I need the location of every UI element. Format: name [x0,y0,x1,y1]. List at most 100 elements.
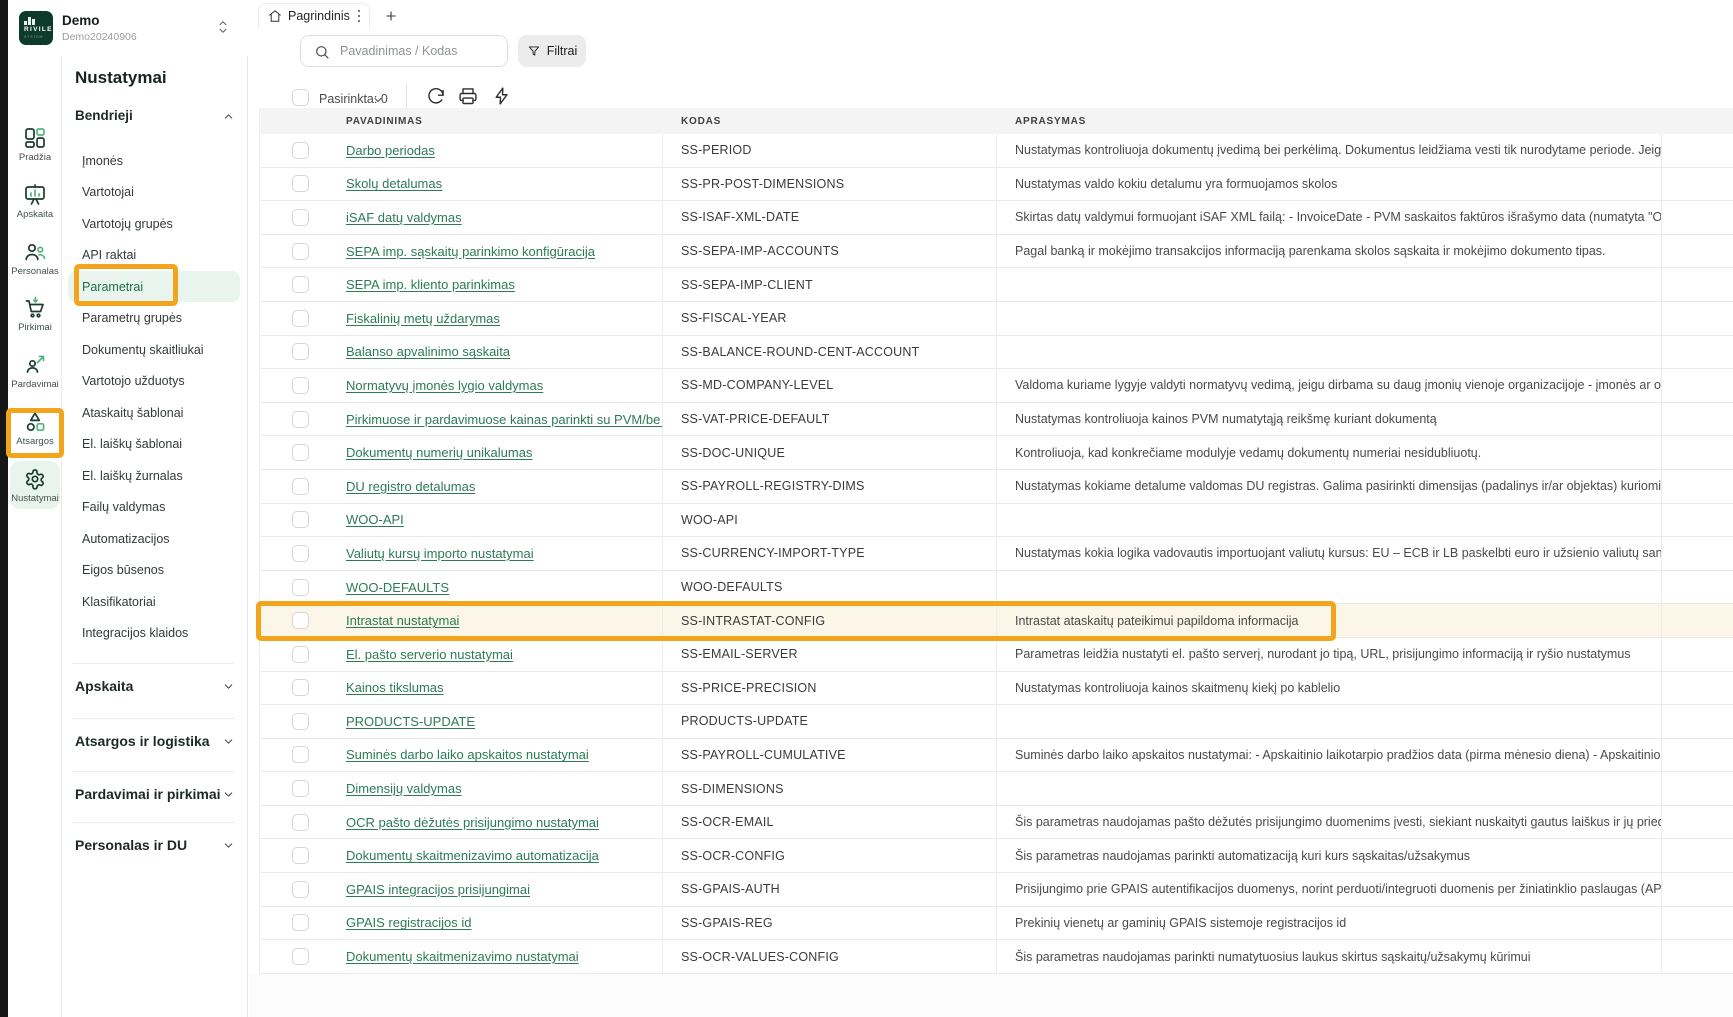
row-checkbox[interactable] [292,814,309,831]
sidebar-item-parametrų-grupės[interactable]: Parametrų grupės [62,303,248,334]
parameter-link[interactable]: DU registro detalumas [346,479,475,494]
row-checkbox[interactable] [292,847,309,864]
tab-pagrindinis[interactable]: Pagrindinis [258,3,370,28]
row-checkbox[interactable] [292,579,309,596]
new-tab-button[interactable] [380,5,402,27]
sidebar-item-parametrai[interactable]: Parametrai [68,271,240,302]
parameter-link[interactable]: El. pašto serverio nustatymai [346,647,513,662]
parameter-link[interactable]: SEPA imp. kliento parinkimas [346,277,515,292]
sidebar-item-integracijos-klaidos[interactable]: Integracijos klaidos [62,618,248,649]
row-checkbox[interactable] [292,209,309,226]
cell-code: SS-DIMENSIONS [663,772,997,805]
row-checkbox-cell [260,672,327,705]
row-checkbox[interactable] [292,948,309,965]
sidebar-item-label: El. laiškų žurnalas [82,469,183,483]
row-checkbox[interactable] [292,713,309,730]
row-checkbox[interactable] [292,545,309,562]
parameter-link[interactable]: Pirkimuose ir pardavimuose kainas parink… [346,412,663,427]
sidebar-section-personalas-ir-du[interactable]: Personalas ir DU [75,837,235,861]
rail-item-pardavimai[interactable]: Pardavimai [10,347,60,395]
sidebar-section-apskaita[interactable]: Apskaita [75,678,235,702]
cell-code: SS-SEPA-IMP-CLIENT [663,268,997,301]
row-checkbox-cell [260,604,327,637]
sidebar-item-api-raktai[interactable]: API raktai [62,240,248,271]
parameter-link[interactable]: GPAIS integracijos prisijungimai [346,882,530,897]
print-button[interactable] [458,86,480,108]
rail-item-label: Pirkimai [18,323,52,333]
parameter-link[interactable]: Balanso apvalinimo sąskaita [346,344,510,359]
parameter-link[interactable]: Dokumentų skaitmenizavimo automatizacija [346,848,599,863]
parameter-link[interactable]: Dokumentų skaitmenizavimo nustatymai [346,949,579,964]
row-checkbox[interactable] [292,511,309,528]
sidebar-item-vartotojų-grupės[interactable]: Vartotojų grupės [62,208,248,239]
sidebar-item-failų-valdymas[interactable]: Failų valdymas [62,492,248,523]
row-checkbox[interactable] [292,780,309,797]
cell-name: SEPA imp. kliento parinkimas [327,268,663,301]
parameter-link[interactable]: Intrastat nustatymai [346,613,459,628]
row-checkbox[interactable] [292,881,309,898]
parameter-link[interactable]: Kainos tikslumas [346,680,444,695]
cell-extra [1662,504,1733,537]
parameter-link[interactable]: SEPA imp. sąskaitų parinkimo konfigūraci… [346,244,595,259]
sidebar-item-vartotojo-užduotys[interactable]: Vartotojo užduotys [62,366,248,397]
sidebar-group-bendrieji[interactable]: Bendrieji [75,108,235,123]
rail-item-apskaita[interactable]: Apskaita [10,177,60,225]
row-checkbox[interactable] [292,310,309,327]
row-checkbox[interactable] [292,343,309,360]
sidebar-item-el-laiškų-žurnalas[interactable]: El. laiškų žurnalas [62,460,248,491]
parameter-link[interactable]: Dokumentų numerių unikalumas [346,445,532,460]
automation-button[interactable] [492,86,514,108]
parameter-link[interactable]: Valiutų kursų importo nustatymai [346,546,534,561]
row-checkbox[interactable] [292,478,309,495]
row-checkbox[interactable] [292,646,309,663]
cell-description [997,705,1662,738]
row-checkbox[interactable] [292,746,309,763]
parameter-link[interactable]: Darbo periodas [346,143,435,158]
sidebar-section-pardavimai-ir-pirkimai[interactable]: Pardavimai ir pirkimai [75,786,235,810]
select-all-checkbox[interactable] [292,89,309,106]
sidebar-item-el-laiškų-šablonai[interactable]: El. laiškų šablonai [62,429,248,460]
rail-item-atsargos[interactable]: Atsargos [10,404,60,452]
rail-item-pirkimai[interactable]: Pirkimai [10,290,60,338]
sidebar-section-atsargos-ir-logistika[interactable]: Atsargos ir logistika [75,733,235,757]
row-checkbox[interactable] [292,142,309,159]
parameter-link[interactable]: PRODUCTS-UPDATE [346,714,475,729]
parameter-link[interactable]: Dimensijų valdymas [346,781,462,796]
workspace-switcher-icon[interactable] [216,18,230,41]
search-input[interactable] [338,37,503,65]
rail-item-pradžia[interactable]: Pradžia [10,120,60,168]
sidebar-item-dokumentų-skaitliukai[interactable]: Dokumentų skaitliukai [62,334,248,365]
row-checkbox[interactable] [292,276,309,293]
row-checkbox[interactable] [292,679,309,696]
parameter-link[interactable]: Fiskalinių metų uždarymas [346,311,500,326]
row-checkbox[interactable] [292,444,309,461]
refresh-button[interactable] [426,86,448,108]
parameter-link[interactable]: Skolų detalumas [346,176,442,191]
tab-menu-kebab-icon[interactable] [356,8,363,25]
row-checkbox[interactable] [292,612,309,629]
sidebar-item-automatizacijos[interactable]: Automatizacijos [62,523,248,554]
rail-item-personalas[interactable]: Personalas [10,234,60,282]
parameter-link[interactable]: OCR pašto dėžutės prisijungimo nustatyma… [346,815,599,830]
logo-subtext: SYSTEM [24,35,43,39]
parameter-link[interactable]: Normatyvų įmonės lygio valdymas [346,378,543,393]
parameter-link[interactable]: Suminės darbo laiko apskaitos nustatymai [346,747,589,762]
row-checkbox[interactable] [292,377,309,394]
sidebar-item-įmonės[interactable]: Įmonės [62,145,248,176]
parameter-link[interactable]: iSAF datų valdymas [346,210,462,225]
sidebar-item-eigos-būsenos[interactable]: Eigos būsenos [62,555,248,586]
row-checkbox[interactable] [292,243,309,260]
filter-button[interactable]: Filtrai [518,35,586,67]
cell-name: Balanso apvalinimo sąskaita [327,336,663,369]
sidebar-item-vartotojai[interactable]: Vartotojai [62,177,248,208]
sidebar-item-ataskaitų-šablonai[interactable]: Ataskaitų šablonai [62,397,248,428]
search-box [300,35,508,67]
row-checkbox[interactable] [292,914,309,931]
rail-item-nustatymai[interactable]: Nustatymai [10,461,60,509]
parameter-link[interactable]: WOO-DEFAULTS [346,580,449,595]
parameter-link[interactable]: GPAIS registracijos id [346,915,471,930]
sidebar-item-klasifikatoriai[interactable]: Klasifikatoriai [62,586,248,617]
row-checkbox[interactable] [292,411,309,428]
parameter-link[interactable]: WOO-API [346,512,404,527]
row-checkbox[interactable] [292,175,309,192]
